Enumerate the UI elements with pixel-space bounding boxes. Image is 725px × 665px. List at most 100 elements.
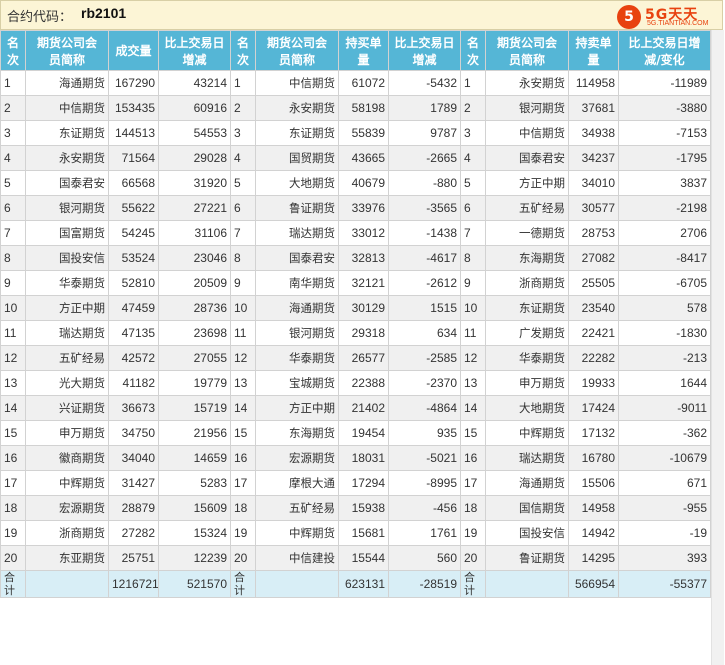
cell-buy-position: 19454: [338, 420, 389, 446]
cell-rank: 17: [230, 470, 256, 496]
cell-volume-change: 19779: [158, 370, 231, 396]
cell-rank: 9: [460, 270, 486, 296]
total-spacer: [485, 570, 569, 598]
cell-member: 瑞达期货: [485, 445, 569, 471]
contract-code-value: rb2101: [81, 5, 127, 21]
cell-member: 国泰君安: [25, 170, 109, 196]
cell-rank: 13: [230, 370, 256, 396]
table-row: 20 东亚期货 25751 12239 20 中信建投 15544 560 20 鲁证期货 1429…: [0, 545, 711, 571]
cell-rank: 4: [230, 145, 256, 171]
cell-volume-change: 20509: [158, 270, 231, 296]
cell-sell-change: -3880: [618, 95, 711, 121]
cell-rank: 7: [230, 220, 256, 246]
table-header-row: 名次 期货公司会 员简称 成交量 比上交易日 增减 名次 期货公司会 员简称 持买单量…: [0, 30, 711, 71]
cell-buy-change: -5021: [388, 445, 461, 471]
cell-rank: 2: [460, 95, 486, 121]
cell-buy-change: -3565: [388, 195, 461, 221]
cell-volume: 66568: [108, 170, 159, 196]
cell-member: 兴证期货: [25, 395, 109, 421]
cell-volume: 54245: [108, 220, 159, 246]
cell-sell-position: 23540: [568, 295, 619, 321]
table-row: 5 国泰君安 66568 31920 5 大地期货 40679 -880 5 方正中期 34010 3…: [0, 170, 711, 196]
table-row: 13 光大期货 41182 19779 13 宝城期货 22388 -2370 13 申万期货 19…: [0, 370, 711, 396]
cell-member: 永安期货: [485, 70, 569, 96]
cell-buy-position: 17294: [338, 470, 389, 496]
cell-volume: 28879: [108, 495, 159, 521]
cell-rank: 10: [460, 295, 486, 321]
cell-volume: 71564: [108, 145, 159, 171]
cell-buy-position: 22388: [338, 370, 389, 396]
site-logo[interactable]: 5 5G天天 5G.TIANTIAN.COM: [617, 4, 723, 30]
cell-volume-change: 12239: [158, 545, 231, 571]
total-spacer: [255, 570, 339, 598]
cell-rank: 4: [460, 145, 486, 171]
cell-rank: 1: [230, 70, 256, 96]
cell-rank: 18: [230, 495, 256, 521]
table-row: 11 瑞达期货 47135 23698 11 银河期货 29318 634 11 广发期货 2242…: [0, 320, 711, 346]
cell-sell-change: -9011: [618, 395, 711, 421]
cell-member: 中辉期货: [485, 420, 569, 446]
table-row: 18 宏源期货 28879 15609 18 五矿经易 15938 -456 18 国信期货 149…: [0, 495, 711, 521]
cell-volume: 47459: [108, 295, 159, 321]
cell-buy-change: 1789: [388, 95, 461, 121]
cell-sell-position: 22421: [568, 320, 619, 346]
cell-member: 鲁证期货: [485, 545, 569, 571]
table-row: 17 中辉期货 31427 5283 17 摩根大通 17294 -8995 17 海通期货 155…: [0, 470, 711, 496]
cell-sell-change: -19: [618, 520, 711, 546]
cell-buy-position: 15681: [338, 520, 389, 546]
cell-sell-position: 17424: [568, 395, 619, 421]
table-row: 8 国投安信 53524 23046 8 国泰君安 32813 -4617 8 东海期货 27082…: [0, 245, 711, 271]
cell-volume-change: 28736: [158, 295, 231, 321]
table-row: 4 永安期货 71564 29028 4 国贸期货 43665 -2665 4 国泰君安 34237…: [0, 145, 711, 171]
cell-member: 五矿经易: [485, 195, 569, 221]
cell-volume-change: 15719: [158, 395, 231, 421]
header-member-sell: 期货公司会 员简称: [485, 30, 569, 71]
cell-member: 方正中期: [25, 295, 109, 321]
cell-member: 国贸期货: [255, 145, 339, 171]
cell-rank: 11: [230, 320, 256, 346]
cell-rank: 7: [0, 220, 26, 246]
cell-member: 华泰期货: [485, 345, 569, 371]
cell-rank: 16: [460, 445, 486, 471]
cell-rank: 6: [230, 195, 256, 221]
cell-sell-position: 27082: [568, 245, 619, 271]
table-row: 12 五矿经易 42572 27055 12 华泰期货 26577 -2585 12 华泰期货 22…: [0, 345, 711, 371]
cell-buy-change: -4617: [388, 245, 461, 271]
cell-volume: 41182: [108, 370, 159, 396]
cell-rank: 13: [0, 370, 26, 396]
cell-volume-change: 23698: [158, 320, 231, 346]
header-volume: 成交量: [108, 30, 159, 71]
cell-member: 海通期货: [25, 70, 109, 96]
cell-volume: 47135: [108, 320, 159, 346]
header-member-buy: 期货公司会 员简称: [255, 30, 339, 71]
vertical-scrollbar[interactable]: [711, 30, 724, 665]
cell-member: 银河期货: [255, 320, 339, 346]
table-row: 15 申万期货 34750 21956 15 东海期货 19454 935 15 中辉期货 1713…: [0, 420, 711, 446]
cell-sell-position: 14958: [568, 495, 619, 521]
cell-member: 中信建投: [255, 545, 339, 571]
cell-member: 五矿经易: [25, 345, 109, 371]
cell-member: 方正中期: [485, 170, 569, 196]
cell-rank: 10: [0, 295, 26, 321]
cell-sell-change: -955: [618, 495, 711, 521]
cell-volume: 153435: [108, 95, 159, 121]
cell-rank: 17: [0, 470, 26, 496]
cell-buy-change: -5432: [388, 70, 461, 96]
cell-rank: 15: [0, 420, 26, 446]
cell-rank: 12: [230, 345, 256, 371]
cell-sell-change: -10679: [618, 445, 711, 471]
cell-rank: 10: [230, 295, 256, 321]
cell-volume-change: 27055: [158, 345, 231, 371]
cell-rank: 17: [460, 470, 486, 496]
table-row: 19 浙商期货 27282 15324 19 中辉期货 15681 1761 19 国投安信 149…: [0, 520, 711, 546]
cell-buy-change: -2585: [388, 345, 461, 371]
cell-volume: 144513: [108, 120, 159, 146]
cell-rank: 11: [460, 320, 486, 346]
cell-member: 申万期货: [25, 420, 109, 446]
cell-rank: 20: [230, 545, 256, 571]
total-label: 合计: [230, 570, 256, 598]
cell-rank: 19: [0, 520, 26, 546]
cell-buy-position: 32121: [338, 270, 389, 296]
cell-sell-change: 2706: [618, 220, 711, 246]
cell-sell-position: 14942: [568, 520, 619, 546]
